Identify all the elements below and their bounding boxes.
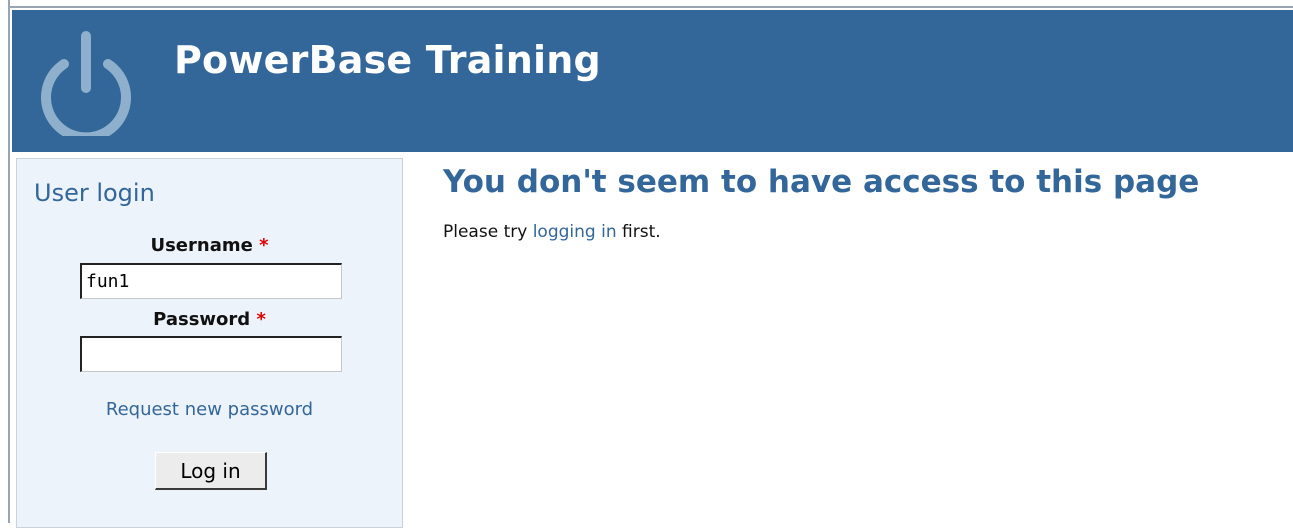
site-title[interactable]: PowerBase Training bbox=[174, 38, 601, 82]
access-message: Please try logging in first. bbox=[443, 222, 661, 242]
password-label-text: Password bbox=[153, 309, 251, 330]
required-marker: * bbox=[256, 309, 266, 330]
window-frame-top bbox=[0, 0, 1293, 8]
message-suffix: first. bbox=[622, 222, 661, 242]
site-header: PowerBase Training bbox=[12, 10, 1293, 152]
user-login-block: User login Username * Password * Request… bbox=[16, 158, 403, 528]
password-field[interactable] bbox=[80, 336, 342, 372]
log-in-button[interactable]: Log in bbox=[155, 452, 267, 490]
page-title: You don't seem to have access to this pa… bbox=[443, 164, 1200, 200]
username-field[interactable] bbox=[80, 263, 342, 299]
username-label: Username * bbox=[17, 235, 402, 256]
message-prefix: Please try bbox=[443, 222, 528, 242]
logging-in-link[interactable]: logging in bbox=[533, 222, 617, 242]
window-frame-left bbox=[0, 0, 10, 523]
password-label: Password * bbox=[17, 309, 402, 330]
required-marker: * bbox=[259, 235, 269, 256]
power-icon[interactable] bbox=[38, 28, 134, 136]
request-new-password-link[interactable]: Request new password bbox=[17, 399, 402, 420]
username-label-text: Username bbox=[150, 235, 253, 256]
block-title: User login bbox=[34, 179, 155, 207]
